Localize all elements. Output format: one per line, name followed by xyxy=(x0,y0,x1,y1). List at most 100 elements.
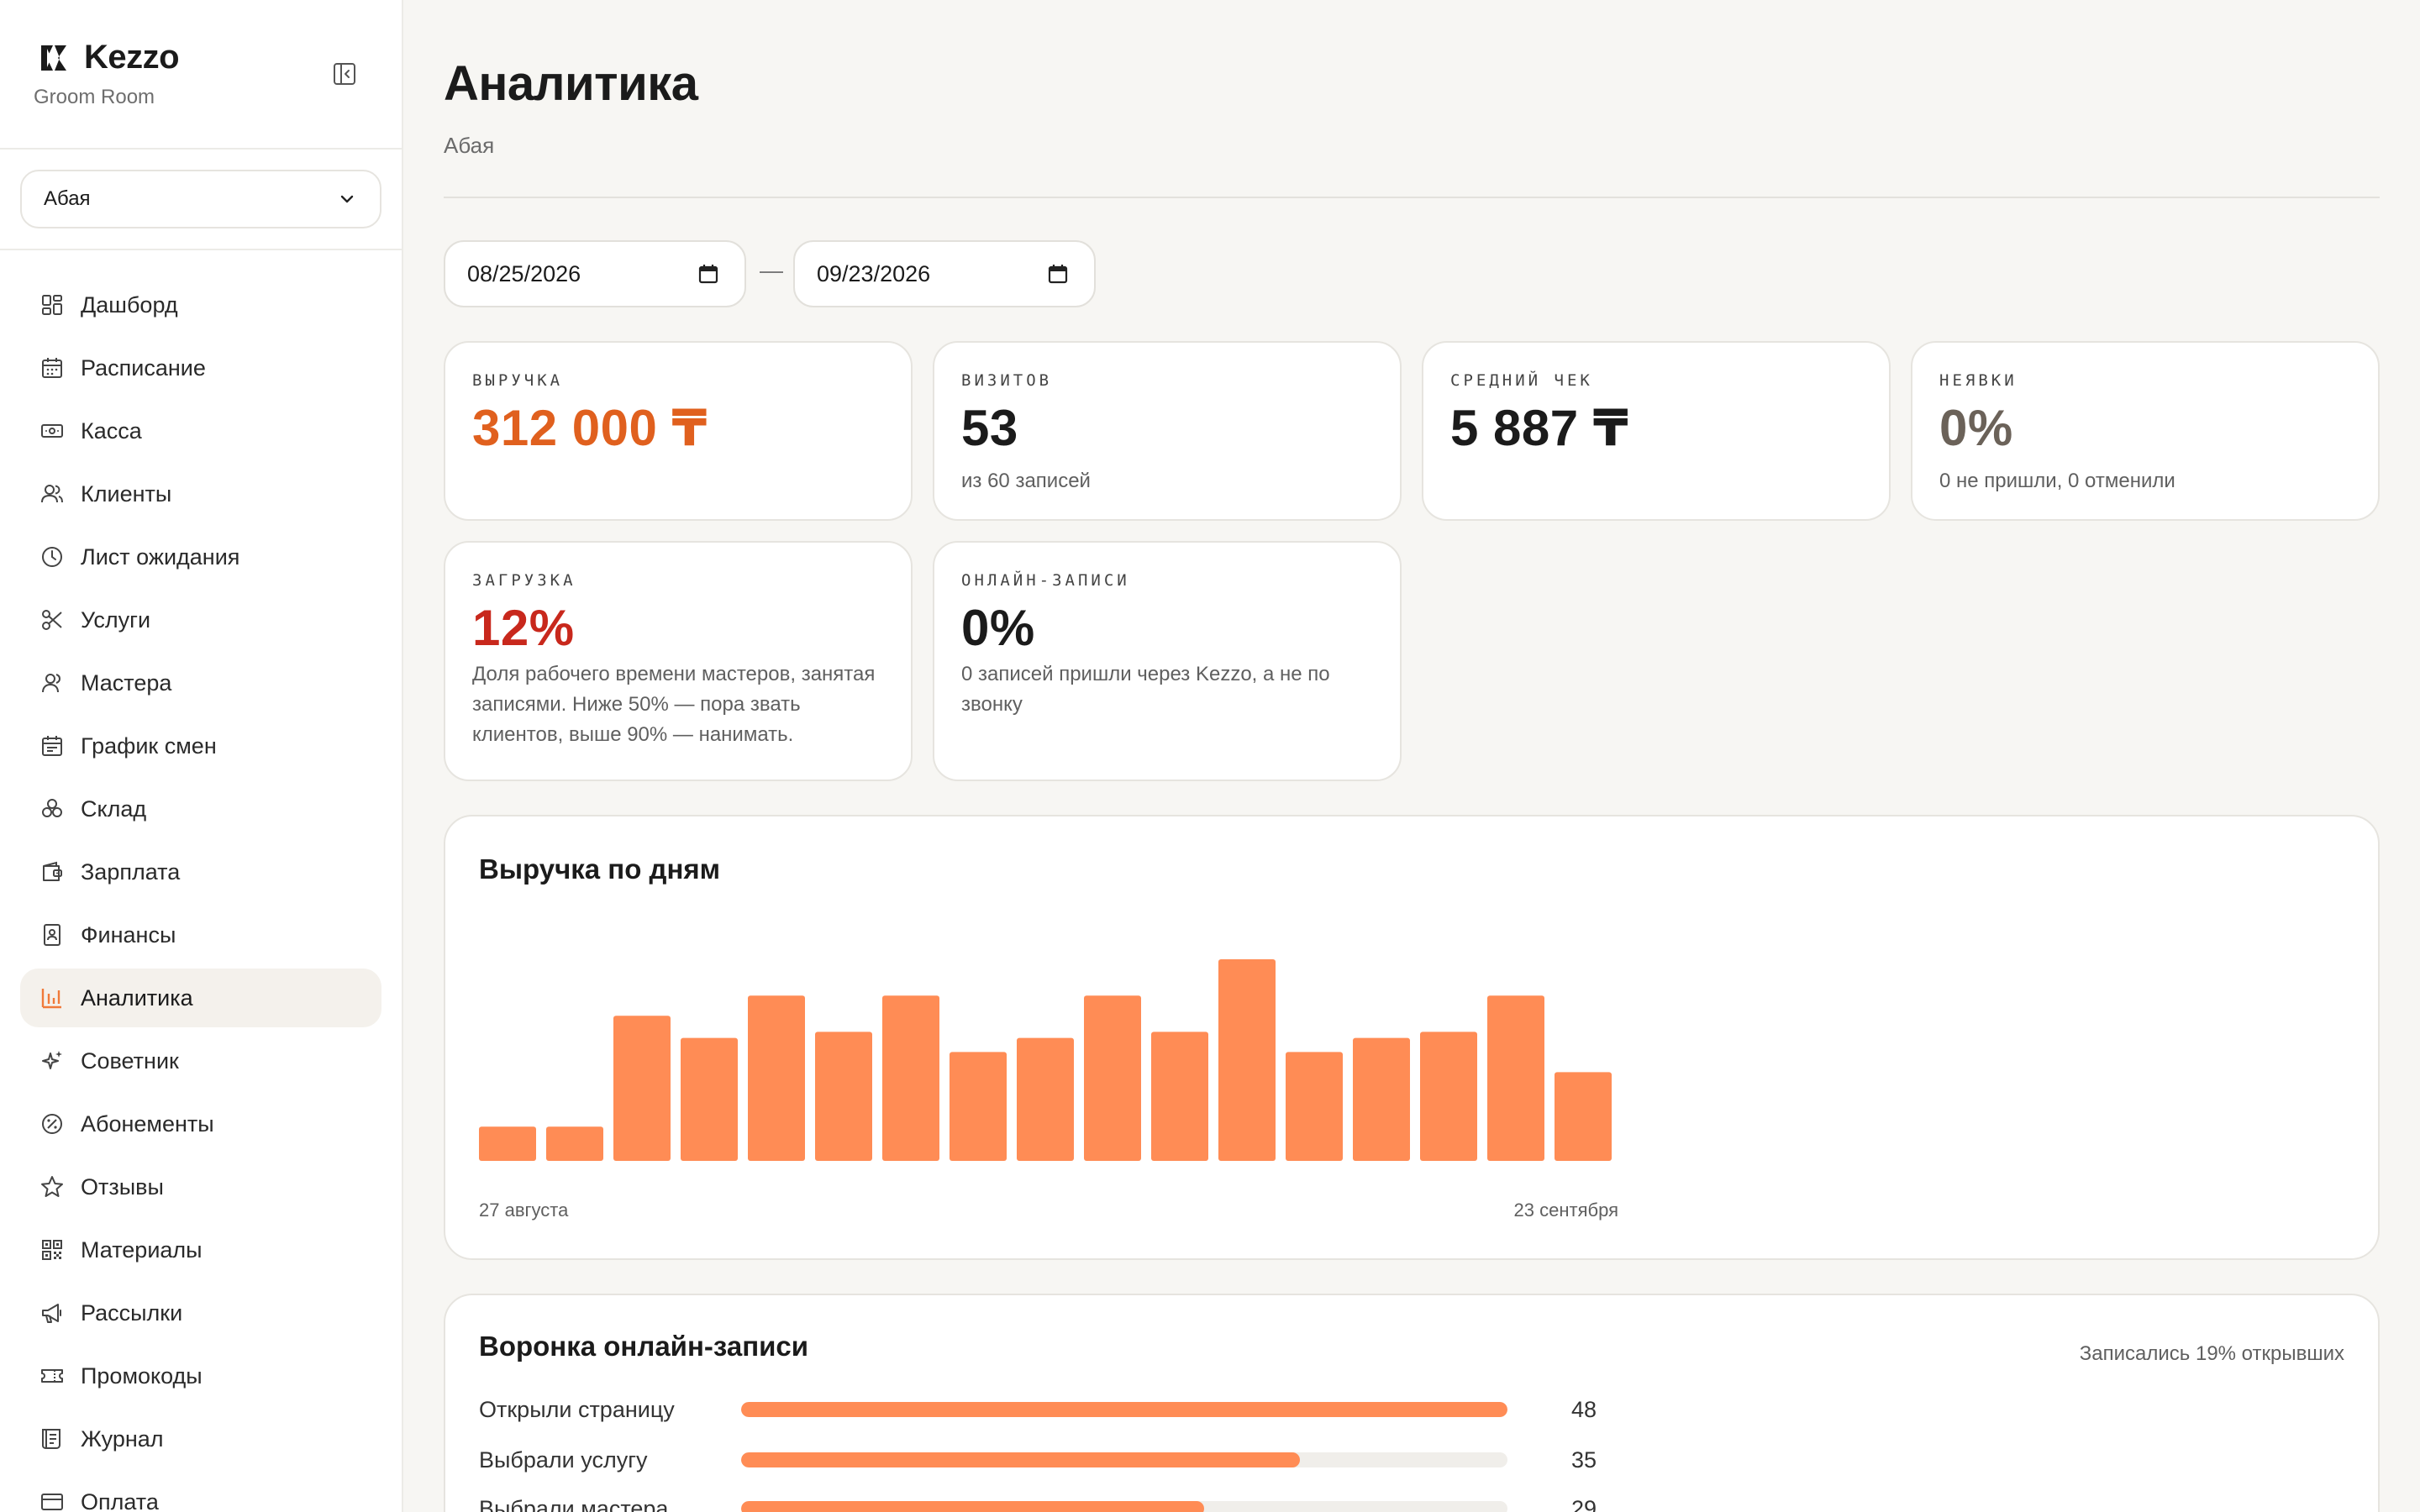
metric-note: из 60 записей xyxy=(961,470,1091,492)
chevron-down-icon xyxy=(340,195,354,203)
funnel-row-value: 48 xyxy=(1571,1396,1597,1422)
sidebar-item-journal[interactable]: Журнал xyxy=(20,1410,381,1468)
sidebar-item-reviews[interactable]: Отзывы xyxy=(20,1158,381,1216)
sidebar-item-dashboard[interactable]: Дашборд xyxy=(20,276,381,334)
chart-bar[interactable] xyxy=(882,995,939,1161)
sidebar-collapse-icon xyxy=(334,63,355,85)
revenue-chart-panel: Выручка по дням 27 августа 23 сентября xyxy=(444,815,2380,1260)
brand[interactable]: Kezzo xyxy=(39,39,180,76)
funnel-summary: Записались 19% открывших xyxy=(2079,1342,2344,1365)
date-to-value: 09/23/2026 xyxy=(817,260,931,286)
chart-bar[interactable] xyxy=(546,1126,603,1161)
chart-bar[interactable] xyxy=(1084,995,1141,1161)
funnel-bar-track xyxy=(741,1452,1507,1467)
metric-value-visits: 53 xyxy=(961,400,1018,456)
date-to-input[interactable]: 09/23/2026 xyxy=(793,240,1096,307)
sidebar-item-masters[interactable]: Мастера xyxy=(20,654,381,712)
sidebar-item-advisor[interactable]: Советник xyxy=(20,1032,381,1090)
metric-card-no-shows: НЕЯВКИ 0% 0 не пришли, 0 отменили xyxy=(1911,341,2380,521)
sidebar-item-label: Клиенты xyxy=(81,480,172,507)
sparkle-icon xyxy=(39,1047,66,1074)
metric-card-load: ЗАГРУЗКА 12% Доля рабочего времени масте… xyxy=(444,541,913,781)
funnel-row: Открыли страницу 48 xyxy=(479,1393,1639,1426)
sidebar-item-label: Склад xyxy=(81,795,147,822)
sidebar-item-warehouse[interactable]: Склад xyxy=(20,780,381,838)
chart-bar[interactable] xyxy=(815,1032,872,1161)
funnel-row-label: Открыли страницу xyxy=(479,1396,675,1422)
sidebar-item-analytics[interactable]: Аналитика xyxy=(20,969,381,1027)
sidebar-item-subscriptions[interactable]: Абонементы xyxy=(20,1095,381,1153)
sidebar-item-label: Оплата xyxy=(81,1488,159,1512)
sidebar-item-label: Отзывы xyxy=(81,1173,164,1200)
funnel-bar-fill xyxy=(741,1402,1507,1417)
funnel-row-value: 29 xyxy=(1571,1495,1597,1512)
chart-bar[interactable] xyxy=(748,995,805,1161)
chart-bar[interactable] xyxy=(1353,1037,1410,1161)
chart-bar[interactable] xyxy=(1151,1032,1208,1161)
metric-value-online: 0% xyxy=(961,600,1035,656)
ticket-icon xyxy=(39,1362,66,1389)
sidebar-item-promocodes[interactable]: Промокоды xyxy=(20,1347,381,1405)
sidebar-item-materials[interactable]: Материалы xyxy=(20,1221,381,1279)
funnel-panel: Воронка онлайн-записи Записались 19% отк… xyxy=(444,1294,2380,1512)
sidebar-item-finance[interactable]: Финансы xyxy=(20,906,381,964)
date-from-input[interactable]: 08/25/2026 xyxy=(444,240,746,307)
sidebar-item-waitlist[interactable]: Лист ожидания xyxy=(20,528,381,586)
sidebar-item-mailings[interactable]: Рассылки xyxy=(20,1284,381,1342)
metric-value-no-shows: 0% xyxy=(1939,400,2013,456)
branch-select[interactable]: Абая xyxy=(20,170,381,228)
chart-icon xyxy=(39,984,66,1011)
sidebar-item-label: Финансы xyxy=(81,921,176,948)
sidebar-item-label: Материалы xyxy=(81,1236,203,1263)
funnel-bar-fill xyxy=(741,1452,1300,1467)
branch-select-value: Абая xyxy=(44,187,91,210)
sidebar-divider xyxy=(0,148,402,150)
sidebar-item-label: Зарплата xyxy=(81,858,181,885)
payment-icon xyxy=(39,1488,66,1512)
sidebar: Kezzo Groom Room Абая Дашборд Расписание… xyxy=(0,0,403,1512)
sidebar-item-label: Журнал xyxy=(81,1425,164,1452)
metric-label: ВЫРУЧКА xyxy=(472,371,564,390)
warehouse-icon xyxy=(39,795,66,822)
page-subtitle: Абая xyxy=(444,133,495,158)
sidebar-item-cash[interactable]: Касса xyxy=(20,402,381,460)
metric-note: Доля рабочего времени мастеров, занятая … xyxy=(472,663,876,746)
funnel-row: Выбрали услугу 35 xyxy=(479,1443,1639,1477)
funnel-bar-track xyxy=(741,1402,1507,1417)
metric-label: СРЕДНИЙ ЧЕК xyxy=(1450,371,1593,390)
funnel-row-label: Выбрали мастера xyxy=(479,1495,669,1512)
x-axis-start-label: 27 августа xyxy=(479,1200,569,1221)
chart-bar[interactable] xyxy=(1487,995,1544,1161)
calendar-picker-icon[interactable] xyxy=(697,263,719,285)
chart-bar[interactable] xyxy=(613,1016,671,1161)
metric-card-revenue: ВЫРУЧКА 312 000 ₸ xyxy=(444,341,913,521)
metric-label: ЗАГРУЗКА xyxy=(472,571,576,590)
sidebar-divider xyxy=(0,249,402,250)
metric-label: ВИЗИТОВ xyxy=(961,371,1053,390)
sidebar-item-label: Абонементы xyxy=(81,1110,214,1137)
sidebar-item-payment[interactable]: Оплата xyxy=(20,1473,381,1512)
sidebar-item-schedule[interactable]: Расписание xyxy=(20,339,381,397)
funnel-row-label: Выбрали услугу xyxy=(479,1446,648,1473)
sidebar-item-services[interactable]: Услуги xyxy=(20,591,381,649)
collapse-sidebar-button[interactable] xyxy=(329,59,360,89)
sidebar-item-label: Рассылки xyxy=(81,1299,183,1326)
funnel-title: Воронка онлайн-записи xyxy=(479,1331,809,1362)
chart-bar[interactable] xyxy=(1555,1072,1612,1161)
calendar-icon xyxy=(39,354,66,381)
chart-bar[interactable] xyxy=(1286,1052,1343,1161)
sidebar-item-clients[interactable]: Клиенты xyxy=(20,465,381,523)
metric-card-visits: ВИЗИТОВ 53 из 60 записей xyxy=(933,341,1402,521)
sidebar-item-shift-schedule[interactable]: График смен xyxy=(20,717,381,775)
chart-bar[interactable] xyxy=(1017,1037,1074,1161)
calendar-picker-icon[interactable] xyxy=(1047,263,1069,285)
chart-bar[interactable] xyxy=(950,1052,1007,1161)
sidebar-item-salary[interactable]: Зарплата xyxy=(20,843,381,901)
subscription-icon xyxy=(39,1110,66,1137)
chart-bar[interactable] xyxy=(1218,959,1276,1161)
chart-bar[interactable] xyxy=(479,1126,536,1161)
chart-bar[interactable] xyxy=(681,1037,738,1161)
page-title: Аналитика xyxy=(444,56,698,111)
chart-bar[interactable] xyxy=(1420,1032,1477,1161)
metric-note: 0 не пришли, 0 отменили xyxy=(1939,470,2175,492)
